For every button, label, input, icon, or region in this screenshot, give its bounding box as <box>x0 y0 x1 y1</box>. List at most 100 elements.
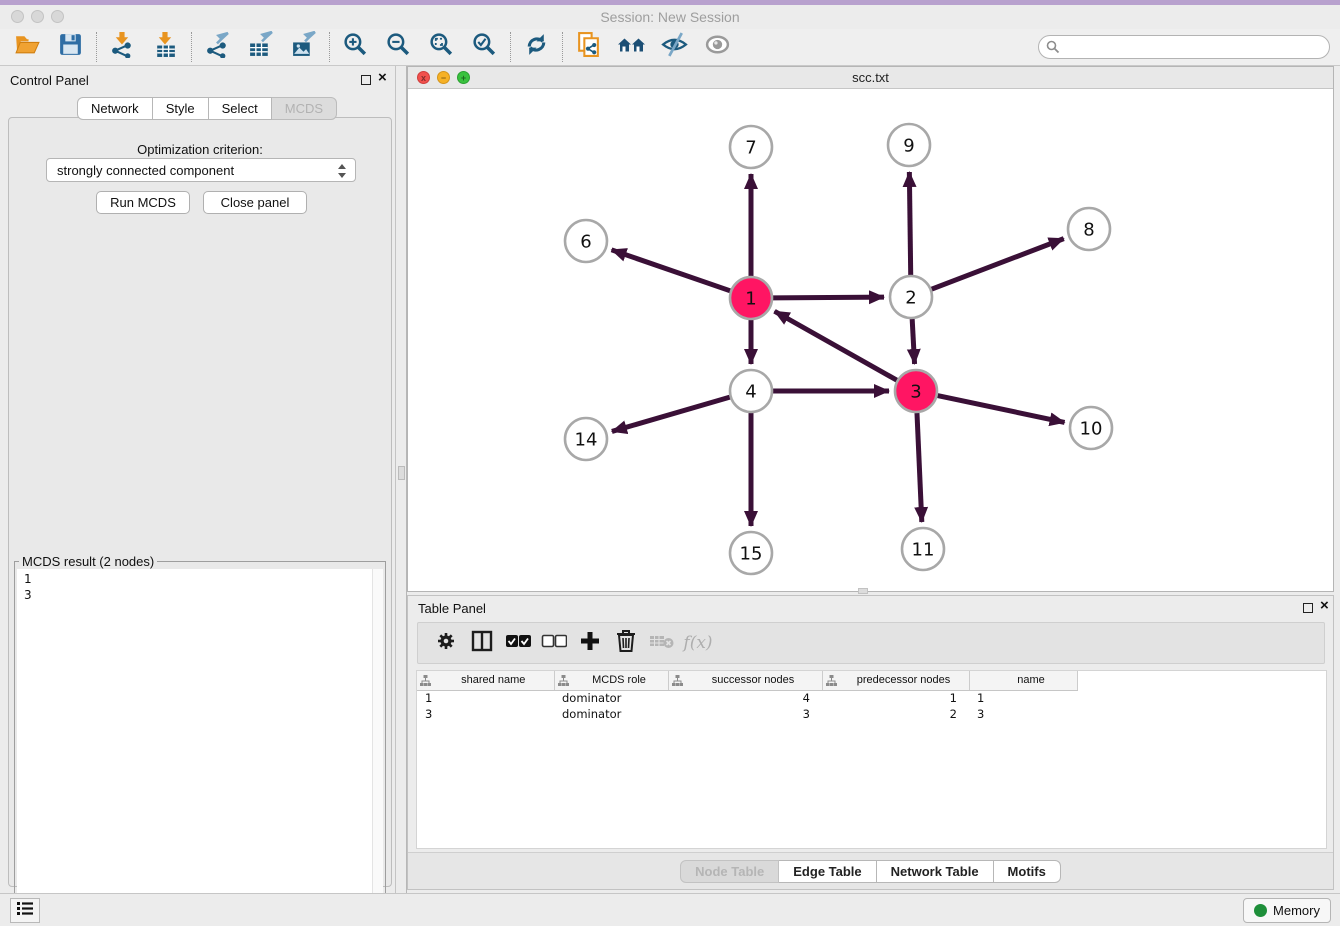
zoom-out-button[interactable] <box>377 31 420 63</box>
cell-shared-name[interactable]: 1 <box>417 690 554 706</box>
graph-node-15[interactable]: 15 <box>730 532 772 574</box>
column-header-successor-nodes[interactable]: successor nodes <box>668 671 822 690</box>
graph-node-10[interactable]: 10 <box>1070 407 1112 449</box>
tab-network[interactable]: Network <box>77 97 153 120</box>
network-window-titlebar[interactable]: x − + scc.txt <box>408 67 1333 89</box>
birdseye-view-button[interactable] <box>696 31 739 63</box>
graph-edge-2-8[interactable] <box>932 239 1064 290</box>
cell-mcds-role[interactable]: dominator <box>554 690 668 706</box>
titlebar[interactable]: Session: New Session <box>0 5 1340 29</box>
graph-edge-2-3[interactable] <box>912 319 914 364</box>
float-panel-icon[interactable] <box>361 75 371 85</box>
horizontal-splitter-handle[interactable] <box>858 588 868 594</box>
column-header-shared-name[interactable]: shared name <box>417 671 554 690</box>
close-panel-icon[interactable]: × <box>378 70 387 86</box>
tab-node-table[interactable]: Node Table <box>680 860 779 883</box>
export-table-button[interactable] <box>239 31 282 63</box>
memory-label: Memory <box>1273 903 1320 918</box>
cell-successor-nodes[interactable]: 4 <box>668 690 822 706</box>
graph-edge-3-10[interactable] <box>938 396 1065 423</box>
network-window-title: scc.txt <box>408 70 1333 85</box>
cell-predecessor-nodes[interactable]: 2 <box>822 706 969 722</box>
cell-mcds-role[interactable]: dominator <box>554 706 668 722</box>
network-canvas[interactable]: 1 2 3 4 6 7 8 9 10 11 14 15 <box>408 89 1333 591</box>
close-panel-button[interactable]: Close panel <box>203 191 307 214</box>
mcds-result-textarea[interactable]: 1 3 <box>17 569 383 926</box>
memory-button[interactable]: Memory <box>1243 898 1331 923</box>
graph-edge-4-14[interactable] <box>612 397 730 431</box>
save-session-button[interactable] <box>49 31 92 63</box>
import-network-button[interactable] <box>101 31 144 63</box>
cell-successor-nodes[interactable]: 3 <box>668 706 822 722</box>
apply-layout-button[interactable] <box>515 31 558 63</box>
duplicate-network-icon <box>575 31 602 63</box>
graphics-details-button[interactable] <box>653 31 696 63</box>
column-header-name[interactable]: name <box>969 671 1077 690</box>
create-column-button[interactable] <box>572 627 608 659</box>
task-history-button[interactable] <box>10 898 40 923</box>
graph-node-9[interactable]: 9 <box>888 124 930 166</box>
search-input[interactable] <box>1038 35 1330 59</box>
graph-edge-2-9[interactable] <box>909 172 910 275</box>
graph-node-label: 14 <box>575 429 598 450</box>
tab-network-table[interactable]: Network Table <box>877 860 994 883</box>
import-table-button[interactable] <box>144 31 187 63</box>
mcds-panel: Optimization criterion: strongly connect… <box>8 117 392 887</box>
splitter-handle[interactable] <box>398 466 405 480</box>
graph-node-6[interactable]: 6 <box>565 220 607 262</box>
float-panel-icon[interactable] <box>1303 603 1313 613</box>
tab-select[interactable]: Select <box>209 97 272 120</box>
show-column-panel-button[interactable] <box>464 627 500 659</box>
close-panel-icon[interactable]: × <box>1320 598 1329 614</box>
optimization-criterion-value: strongly connected component <box>57 163 234 178</box>
graph-node-2[interactable]: 2 <box>890 276 932 318</box>
network-overview-button[interactable] <box>610 31 653 63</box>
graph-node-label: 1 <box>745 288 756 309</box>
tab-mcds[interactable]: MCDS <box>272 97 337 120</box>
tab-style[interactable]: Style <box>153 97 209 120</box>
vertical-splitter[interactable] <box>395 66 407 893</box>
graph-edge-1-6[interactable] <box>612 250 731 291</box>
graph-node-11[interactable]: 11 <box>902 528 944 570</box>
graph-node-8[interactable]: 8 <box>1068 208 1110 250</box>
graph-node-label: 7 <box>745 137 756 158</box>
export-network-button[interactable] <box>196 31 239 63</box>
delete-column-button[interactable] <box>644 627 680 659</box>
table-row[interactable]: 3 dominator 3 2 3 <box>417 706 1077 722</box>
cell-name[interactable]: 3 <box>969 706 1077 722</box>
duplicate-network-button[interactable] <box>567 31 610 63</box>
control-panel-title: Control Panel <box>10 73 89 88</box>
graph-node-3[interactable]: 3 <box>895 370 937 412</box>
zoom-in-button[interactable] <box>334 31 377 63</box>
cell-predecessor-nodes[interactable]: 1 <box>822 690 969 706</box>
unselect-all-columns-button[interactable] <box>536 627 572 659</box>
zoom-selected-button[interactable] <box>463 31 506 63</box>
zoom-fit-icon <box>428 31 455 63</box>
column-header-mcds-role[interactable]: MCDS role <box>554 671 668 690</box>
column-header-predecessor-nodes[interactable]: predecessor nodes <box>822 671 969 690</box>
function-builder-button[interactable]: f(x) <box>680 627 716 659</box>
delete-selected-rows-button[interactable] <box>608 627 644 659</box>
run-mcds-button[interactable]: Run MCDS <box>96 191 190 214</box>
tab-edge-table[interactable]: Edge Table <box>779 860 876 883</box>
select-all-columns-button[interactable] <box>500 627 536 659</box>
table-row[interactable]: 1 dominator 4 1 1 <box>417 690 1077 706</box>
tab-motifs[interactable]: Motifs <box>994 860 1061 883</box>
graph-node-1[interactable]: 1 <box>730 277 772 319</box>
graph-edge-3-11[interactable] <box>917 413 922 522</box>
cell-name[interactable]: 1 <box>969 690 1077 706</box>
graph-edge-3-1[interactable] <box>775 311 897 380</box>
optimization-criterion-select[interactable]: strongly connected component <box>46 158 356 182</box>
graph-node-7[interactable]: 7 <box>730 126 772 168</box>
table-settings-button[interactable] <box>428 627 464 659</box>
zoom-in-icon <box>342 31 369 63</box>
export-table-icon <box>247 31 274 63</box>
cell-shared-name[interactable]: 3 <box>417 706 554 722</box>
graph-node-4[interactable]: 4 <box>730 370 772 412</box>
export-image-button[interactable] <box>282 31 325 63</box>
graph-edge-1-2[interactable] <box>773 297 884 298</box>
scrollbar[interactable] <box>372 569 383 926</box>
graph-node-14[interactable]: 14 <box>565 418 607 460</box>
open-session-button[interactable] <box>6 31 49 63</box>
zoom-fit-button[interactable] <box>420 31 463 63</box>
